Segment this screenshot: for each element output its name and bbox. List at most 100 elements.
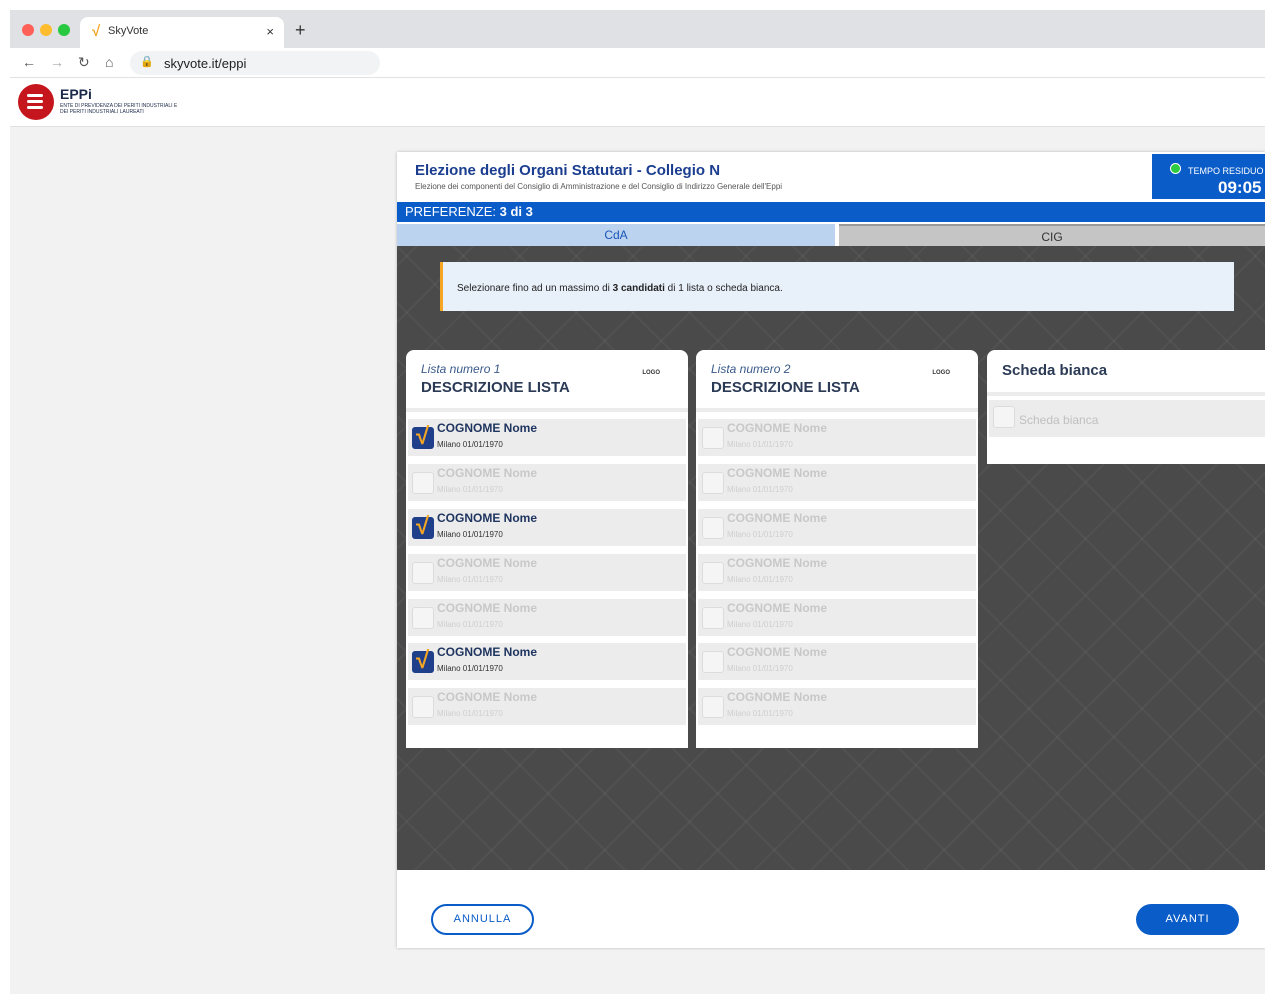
candidate-name: COGNOME Nome	[727, 690, 828, 704]
tab-cig[interactable]: CIG	[839, 224, 1265, 246]
candidate-birth: Milano 01/01/1970	[727, 620, 793, 629]
candidate-name: COGNOME Nome	[727, 601, 828, 615]
list-number: Lista numero 2	[711, 362, 791, 376]
candidate-row[interactable]: COGNOME Nome Milano 01/01/1970	[698, 419, 976, 456]
back-icon[interactable]: ←	[22, 54, 36, 70]
address-bar[interactable]: 🔒 skyvote.it/eppi	[130, 51, 380, 75]
eppi-logo-icon	[18, 84, 54, 120]
divider	[406, 408, 688, 412]
candidate-name: COGNOME Nome	[437, 421, 538, 435]
page-title: Elezione degli Organi Statutari - Colleg…	[415, 162, 721, 179]
close-tab-icon[interactable]: ×	[266, 24, 274, 39]
new-tab-icon[interactable]: +	[295, 20, 306, 41]
candidate-birth: Milano 01/01/1970	[727, 664, 793, 673]
candidate-row[interactable]: COGNOME Nome Milano 01/01/1970	[698, 509, 976, 546]
skyvote-favicon-icon: √	[92, 23, 101, 40]
organ-tabs: CdA CIG	[397, 224, 1265, 246]
blank-ballot-panel: Scheda bianca Scheda bianca	[987, 350, 1265, 464]
candidate-birth: Milano 01/01/1970	[437, 664, 503, 673]
candidate-checkbox[interactable]	[702, 607, 724, 629]
next-button[interactable]: AVANTI	[1136, 904, 1239, 935]
candidate-name: COGNOME Nome	[437, 601, 538, 615]
list-logo: LOGO	[642, 370, 660, 376]
reload-icon[interactable]: ↻	[78, 54, 90, 71]
candidate-birth: Milano 01/01/1970	[727, 709, 793, 718]
lock-icon: 🔒	[140, 56, 154, 68]
logo-name: EPPi	[60, 86, 92, 102]
blank-ballot-checkbox[interactable]	[993, 406, 1015, 428]
candidate-name: COGNOME Nome	[727, 421, 828, 435]
divider	[696, 408, 978, 412]
timer-value: 09:05	[1218, 178, 1262, 197]
url-text: skyvote.it/eppi	[164, 56, 247, 71]
candidate-checkbox[interactable]: √	[412, 423, 434, 450]
blank-ballot-title: Scheda bianca	[1002, 362, 1108, 379]
check-icon: √	[416, 647, 430, 674]
preferences-bar: PREFERENZE: 3 di 3	[397, 202, 1265, 222]
forward-icon[interactable]: →	[50, 54, 64, 70]
candidate-checkbox[interactable]	[702, 696, 724, 718]
candidate-checkbox[interactable]	[412, 472, 434, 494]
tab-bar: √ SkyVote × +	[10, 10, 1265, 48]
candidate-birth: Milano 01/01/1970	[727, 440, 793, 449]
candidate-name: COGNOME Nome	[437, 690, 538, 704]
candidate-checkbox[interactable]: √	[412, 513, 434, 540]
browser-tab[interactable]: √ SkyVote ×	[80, 17, 284, 48]
list-logo: LOGO	[932, 370, 950, 376]
candidate-row[interactable]: COGNOME Nome Milano 01/01/1970	[698, 464, 976, 501]
candidate-row[interactable]: COGNOME Nome Milano 01/01/1970	[408, 688, 686, 725]
candidate-checkbox[interactable]: √	[412, 647, 434, 674]
status-dot-icon	[1170, 163, 1181, 174]
page-subtitle: Elezione dei componenti del Consiglio di…	[415, 182, 783, 191]
tab-cda[interactable]: CdA	[397, 224, 835, 246]
blank-ballot-label: Scheda bianca	[1019, 413, 1099, 427]
notice-text-after: di 1 lista o scheda bianca.	[664, 283, 783, 294]
logo-subtitle: ENTE DI PREVIDENZA DEI PERITI INDUSTRIAL…	[60, 103, 178, 115]
timer-box: TEMPO RESIDUO 09:05	[1152, 154, 1265, 199]
tab-title: SkyVote	[108, 25, 149, 37]
candidate-row[interactable]: COGNOME Nome Milano 01/01/1970	[698, 643, 976, 680]
candidate-row[interactable]: √ COGNOME Nome Milano 01/01/1970	[408, 509, 686, 546]
browser-window: √ SkyVote × + ← → ↻ ⌂ 🔒 skyvote.it/eppi …	[10, 10, 1265, 994]
instructions-notice: Selezionare fino ad un massimo di 3 cand…	[440, 262, 1234, 311]
site-header: EPPi ENTE DI PREVIDENZA DEI PERITI INDUS…	[10, 78, 1265, 127]
check-icon: √	[416, 423, 430, 450]
candidate-row[interactable]: √ COGNOME Nome Milano 01/01/1970	[408, 643, 686, 680]
candidate-checkbox[interactable]	[412, 562, 434, 584]
minimize-window-button[interactable]	[40, 24, 52, 36]
candidate-row[interactable]: COGNOME Nome Milano 01/01/1970	[408, 464, 686, 501]
candidate-name: COGNOME Nome	[727, 511, 828, 525]
home-icon[interactable]: ⌂	[105, 54, 113, 70]
list-description: DESCRIZIONE LISTA	[421, 379, 570, 396]
list-panel-1: Lista numero 1 DESCRIZIONE LISTA LOGO √ …	[406, 350, 688, 748]
check-icon: √	[416, 513, 430, 540]
candidate-checkbox[interactable]	[702, 517, 724, 539]
cancel-button[interactable]: ANNULLA	[431, 904, 534, 935]
candidate-row[interactable]: COGNOME Nome Milano 01/01/1970	[698, 554, 976, 591]
candidate-row[interactable]: COGNOME Nome Milano 01/01/1970	[408, 599, 686, 636]
candidate-checkbox[interactable]	[702, 651, 724, 673]
maximize-window-button[interactable]	[58, 24, 70, 36]
candidate-birth: Milano 01/01/1970	[437, 575, 503, 584]
card-footer: ANNULLA AVANTI	[397, 870, 1265, 948]
close-window-button[interactable]	[22, 24, 34, 36]
notice-text-before: Selezionare fino ad un massimo di	[457, 283, 613, 294]
candidate-checkbox[interactable]	[702, 427, 724, 449]
divider	[987, 392, 1265, 396]
notice-text-bold: 3 candidati	[612, 283, 665, 294]
preferences-count: 3 di 3	[499, 204, 533, 219]
candidate-checkbox[interactable]	[412, 696, 434, 718]
candidate-row[interactable]: COGNOME Nome Milano 01/01/1970	[698, 688, 976, 725]
list-description: DESCRIZIONE LISTA	[711, 379, 860, 396]
candidate-checkbox[interactable]	[412, 607, 434, 629]
timer-label: TEMPO RESIDUO	[1188, 166, 1264, 176]
candidate-birth: Milano 01/01/1970	[437, 530, 503, 539]
candidate-row[interactable]: COGNOME Nome Milano 01/01/1970	[698, 599, 976, 636]
ballot-card: Elezione degli Organi Statutari - Colleg…	[397, 152, 1265, 948]
blank-ballot-option[interactable]: Scheda bianca	[989, 400, 1265, 437]
candidate-checkbox[interactable]	[702, 472, 724, 494]
candidate-checkbox[interactable]	[702, 562, 724, 584]
candidate-row[interactable]: COGNOME Nome Milano 01/01/1970	[408, 554, 686, 591]
candidate-row[interactable]: √ COGNOME Nome Milano 01/01/1970	[408, 419, 686, 456]
candidate-name: COGNOME Nome	[727, 645, 828, 659]
